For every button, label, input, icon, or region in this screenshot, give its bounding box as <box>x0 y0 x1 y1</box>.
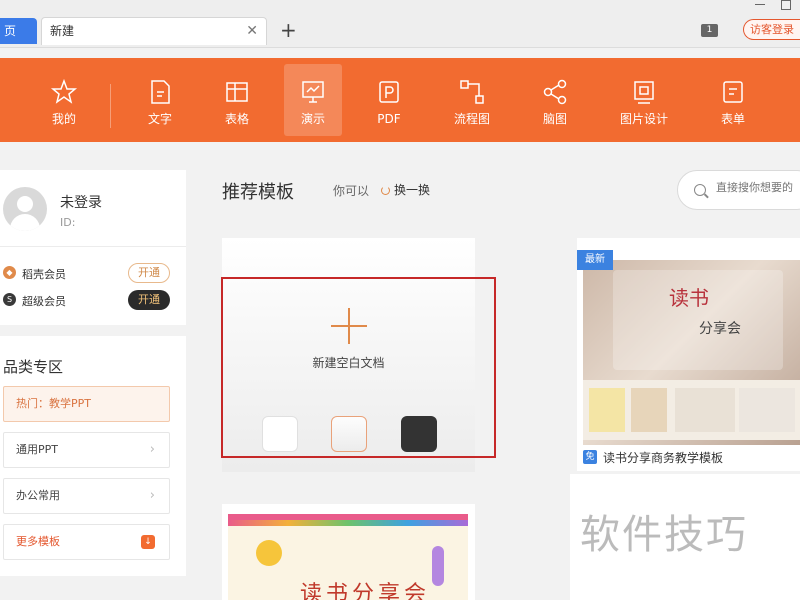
tab-home[interactable]: 页 <box>0 18 37 44</box>
watermark-text: 软件技巧 <box>580 512 748 558</box>
template-name: 读书分享商务教学模板 <box>603 451 724 465</box>
divider <box>0 246 186 247</box>
tool-image-design[interactable]: 图片设计 <box>615 64 673 136</box>
thumbnail-title: 读书分享会 <box>300 582 431 600</box>
search-icon <box>694 184 706 196</box>
free-badge: 免 <box>583 450 597 464</box>
chevron-right-icon: › <box>149 488 155 503</box>
new-badge: 最新 <box>577 250 613 270</box>
highlight-box <box>221 277 496 458</box>
form-icon <box>723 81 743 103</box>
category-office[interactable]: 办公常用 › <box>3 478 170 514</box>
tool-label: 文字 <box>147 112 172 126</box>
avatar-head <box>17 196 33 212</box>
slide-thumb <box>631 388 667 432</box>
toolbar-divider <box>110 84 111 128</box>
category-label: 通用PPT <box>16 443 58 456</box>
docer-activate-button[interactable]: 开通 <box>128 263 170 283</box>
mindmap-icon <box>543 79 567 105</box>
slide-thumb <box>589 388 625 432</box>
minimize-icon[interactable] <box>755 4 765 5</box>
user-card: 未登录 ID: ◆ 稻壳会员 开通 S 超级会员 开通 <box>0 170 186 325</box>
docer-member-icon: ◆ <box>3 266 16 279</box>
avatar-body <box>10 214 40 231</box>
super-member-icon: S <box>3 293 16 306</box>
tab-new[interactable]: 新建 ✕ <box>41 17 267 45</box>
avatar[interactable] <box>3 187 47 231</box>
member-label: 超级会员 <box>22 295 66 308</box>
section-title: 推荐模板 <box>222 182 294 203</box>
user-id: ID: <box>60 216 76 229</box>
presentation-icon <box>302 81 324 103</box>
super-activate-button[interactable]: 开通 <box>128 290 170 310</box>
app-toolbar: 我的 文字 表格 演示 PDF 流程图 脑图 图片设计 表单 <box>0 58 800 142</box>
tab-new-label: 新建 <box>50 24 75 38</box>
template-thumbnail: 读书分享会 <box>228 514 468 600</box>
category-general-ppt[interactable]: 通用PPT › <box>3 432 170 468</box>
thumbnail-subtitle: 分享会 <box>699 321 741 337</box>
category-title: 品类专区 <box>3 358 64 376</box>
category-label: 更多模板 <box>16 535 60 548</box>
tool-label: 脑图 <box>542 112 567 126</box>
member-label: 稻壳会员 <box>22 268 66 281</box>
member-row-super: S 超级会员 开通 <box>0 289 186 311</box>
category-more[interactable]: 更多模板 ↓ <box>3 524 170 560</box>
template-card-reading-share[interactable]: 读书 分享会 <box>577 238 800 471</box>
window-count-icon[interactable]: 1 <box>701 24 718 37</box>
more-templates-icon: ↓ <box>141 535 155 549</box>
tool-flowchart[interactable]: 流程图 <box>443 64 501 136</box>
tool-label: 演示 <box>300 112 325 126</box>
tool-label: 我的 <box>51 112 76 126</box>
tool-writer[interactable]: 文字 <box>131 64 189 136</box>
document-icon <box>151 80 170 104</box>
template-name-row[interactable]: 免 读书分享商务教学模板 <box>577 446 800 468</box>
close-icon[interactable]: ✕ <box>246 18 258 44</box>
tool-presentation[interactable]: 演示 <box>284 64 342 136</box>
pdf-icon <box>379 81 399 103</box>
category-panel: 品类专区 热门：教学PPT 通用PPT › 办公常用 › 更多模板 ↓ <box>0 336 186 576</box>
decoration-icon <box>432 546 444 586</box>
template-thumbnail: 读书 分享会 <box>583 260 800 445</box>
template-search[interactable] <box>677 170 800 210</box>
tool-label: 图片设计 <box>619 112 668 126</box>
tool-label: PDF <box>377 112 401 126</box>
maximize-icon[interactable] <box>781 0 791 10</box>
user-name[interactable]: 未登录 <box>60 192 102 212</box>
image-design-icon <box>634 81 654 104</box>
tool-label: 表格 <box>224 112 249 126</box>
hint-text: 你可以 <box>333 184 370 198</box>
tool-spreadsheet[interactable]: 表格 <box>208 64 266 136</box>
category-label: 热门：教学PPT <box>16 397 91 410</box>
category-hot[interactable]: 热门：教学PPT <box>3 386 170 422</box>
member-row-docer: ◆ 稻壳会员 开通 <box>0 262 186 284</box>
table-icon <box>226 82 248 102</box>
refresh-button[interactable]: 换一换 <box>381 181 430 198</box>
new-tab-plus-icon[interactable]: + <box>280 18 297 42</box>
star-icon <box>50 78 78 104</box>
slide-thumb <box>739 388 795 432</box>
search-input[interactable] <box>716 181 800 194</box>
watermark: 软件技巧 <box>570 474 800 600</box>
tool-form[interactable]: 表单 <box>704 64 762 136</box>
tool-pdf[interactable]: PDF <box>360 64 418 136</box>
category-label: 办公常用 <box>16 489 60 502</box>
refresh-label: 换一换 <box>394 183 431 197</box>
slide-thumb <box>675 388 735 432</box>
thumbnail-title: 读书 <box>669 286 709 310</box>
tool-mindmap[interactable]: 脑图 <box>526 64 584 136</box>
tool-mine[interactable]: 我的 <box>35 64 93 136</box>
sun-icon <box>256 540 282 566</box>
tab-bar: 页 新建 ✕ + 1 访客登录 <box>0 0 800 48</box>
refresh-icon <box>381 186 390 195</box>
template-card-reading-kids[interactable]: 读书分享会 <box>222 504 475 600</box>
chevron-right-icon: › <box>149 442 155 457</box>
rainbow-stripe <box>228 520 468 526</box>
flowchart-icon <box>460 80 484 104</box>
tool-label: 表单 <box>720 112 745 126</box>
tool-label: 流程图 <box>453 112 490 126</box>
guest-login-button[interactable]: 访客登录 <box>743 19 800 40</box>
